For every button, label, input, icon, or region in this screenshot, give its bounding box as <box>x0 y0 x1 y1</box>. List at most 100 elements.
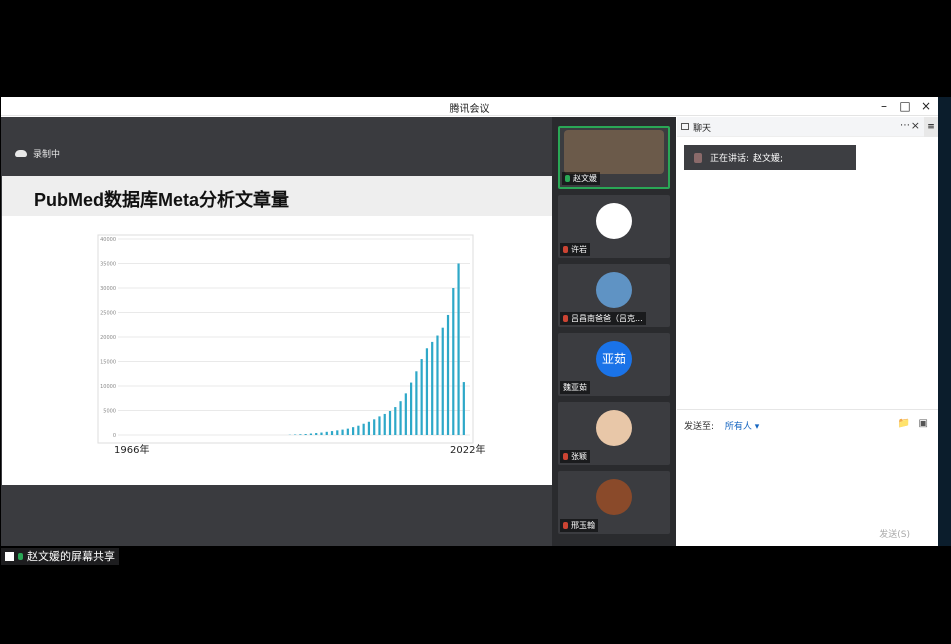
participant-name: 吕昌南爸爸（吕克... <box>560 312 646 325</box>
bar <box>446 314 450 435</box>
bar <box>373 419 376 435</box>
participant-tile[interactable]: 吕昌南爸爸（吕克... <box>558 264 670 327</box>
cloud-icon <box>15 150 27 157</box>
recording-indicator: 录制中 <box>15 147 60 160</box>
chat-panel: 聊天 ⋯ × ≡ 正在讲话: 赵文媛; 发送至: 所有人 ▾ 📁 ▣ 发送(S) <box>677 117 938 546</box>
menu-icon[interactable]: ≡ <box>924 117 938 137</box>
bar <box>410 382 413 435</box>
bar <box>457 263 460 435</box>
meeting-window: 腾讯会议 – □ × 录制中 PubMed数据库Meta分析文章量 0 5000 1… <box>1 97 938 565</box>
screen-share-area: 录制中 PubMed数据库Meta分析文章量 0 5000 10000 15000 20… <box>1 117 552 565</box>
participant-name: 赵文媛 <box>562 172 600 185</box>
maximize-icon[interactable]: □ <box>897 98 913 114</box>
chat-header: 聊天 ⋯ × ≡ <box>677 117 938 137</box>
participant-tile[interactable]: 亚茹 魏亚茹 <box>558 333 670 396</box>
desktop-background <box>938 97 951 546</box>
y-tick-label: 35000 <box>100 262 116 268</box>
bar <box>336 430 339 435</box>
avatar: 亚茹 <box>596 341 632 377</box>
close-chat-icon[interactable]: × <box>911 119 920 132</box>
bar <box>436 335 439 435</box>
bar <box>357 425 360 435</box>
window-title: 腾讯会议 <box>449 104 490 115</box>
bar <box>415 371 418 435</box>
close-icon[interactable]: × <box>918 98 934 114</box>
y-tick-label: 40000 <box>100 237 116 243</box>
x-end-label: 2022年 <box>450 443 485 456</box>
bar <box>299 434 302 435</box>
bar <box>431 341 434 435</box>
bar <box>441 327 444 435</box>
recording-label: 录制中 <box>33 150 61 160</box>
bar <box>320 432 323 435</box>
send-to-dropdown[interactable]: 所有人 ▾ <box>725 422 759 432</box>
mic-icon <box>565 175 570 182</box>
mic-muted-icon <box>563 522 568 529</box>
screenshot-icon[interactable]: ▣ <box>919 418 928 429</box>
speaker-avatar-icon <box>694 152 702 163</box>
bar <box>388 410 392 435</box>
participant-name: 魏亚茹 <box>560 381 590 394</box>
bar <box>378 416 381 435</box>
title-bar: 腾讯会议 – □ × <box>1 97 938 116</box>
bar <box>399 401 402 435</box>
bar <box>346 428 349 435</box>
participant-panel: 赵文媛 许岩 吕昌南爸爸（吕克... 亚茹 魏亚茹 张颖 邢玉翰 <box>552 117 676 546</box>
bar <box>425 348 429 435</box>
y-tick-label: 25000 <box>100 311 116 317</box>
y-tick-label: 0 <box>113 433 116 439</box>
bar <box>315 433 318 435</box>
participant-tile[interactable]: 邢玉翰 <box>558 471 670 534</box>
bar <box>420 359 423 435</box>
chat-divider <box>677 409 938 410</box>
chat-title: 聊天 <box>693 124 712 134</box>
sharer-name: 赵文媛的屏幕共享 <box>27 550 115 563</box>
y-tick-label: 30000 <box>100 286 116 292</box>
bar <box>325 431 328 435</box>
chat-icon <box>681 123 689 130</box>
participant-tile[interactable]: 张颖 <box>558 402 670 465</box>
mic-icon <box>18 553 23 560</box>
bar <box>452 288 455 435</box>
bar <box>352 427 355 435</box>
y-tick-label: 5000 <box>103 409 116 415</box>
participant-name: 邢玉翰 <box>560 519 598 532</box>
participant-tile[interactable]: 赵文媛 <box>558 126 670 189</box>
avatar <box>596 272 632 308</box>
video-feed <box>564 130 664 174</box>
participant-name: 张颖 <box>560 450 590 463</box>
minimize-icon[interactable]: – <box>876 98 892 114</box>
avatar <box>596 479 632 515</box>
participant-tile[interactable]: 许岩 <box>558 195 670 258</box>
bar <box>304 434 307 435</box>
slide-title: PubMed数据库Meta分析文章量 <box>34 190 290 210</box>
bar <box>367 421 371 435</box>
send-to-label: 发送至: <box>684 422 715 432</box>
speaking-name: 赵文媛; <box>753 154 784 164</box>
speaking-indicator: 正在讲话: 赵文媛; <box>684 145 856 170</box>
send-to-row: 发送至: 所有人 ▾ <box>684 419 759 432</box>
bar <box>462 382 465 435</box>
screen-share-label: 赵文媛的屏幕共享 <box>1 548 119 565</box>
bar <box>362 423 365 435</box>
bar <box>383 413 386 435</box>
x-start-label: 1966年 <box>114 443 149 456</box>
send-button[interactable]: 发送(S) <box>879 527 910 540</box>
bar <box>394 407 397 435</box>
bar <box>404 393 407 435</box>
avatar <box>596 203 632 239</box>
participant-name: 许岩 <box>560 243 590 256</box>
y-tick-label: 15000 <box>100 360 116 366</box>
y-tick-label: 10000 <box>100 384 116 390</box>
file-icon[interactable]: 📁 <box>898 418 910 429</box>
screen-share-icon <box>5 552 14 561</box>
speaking-prefix: 正在讲话: <box>710 154 750 164</box>
bar <box>341 429 344 435</box>
avatar <box>596 410 632 446</box>
more-icon[interactable]: ⋯ <box>900 120 910 131</box>
shared-slide: PubMed数据库Meta分析文章量 0 5000 10000 15000 20000 2… <box>2 176 552 485</box>
mic-muted-icon <box>563 246 568 253</box>
bar <box>330 431 334 435</box>
mic-muted-icon <box>563 453 568 460</box>
slide-header: PubMed数据库Meta分析文章量 <box>2 176 552 216</box>
